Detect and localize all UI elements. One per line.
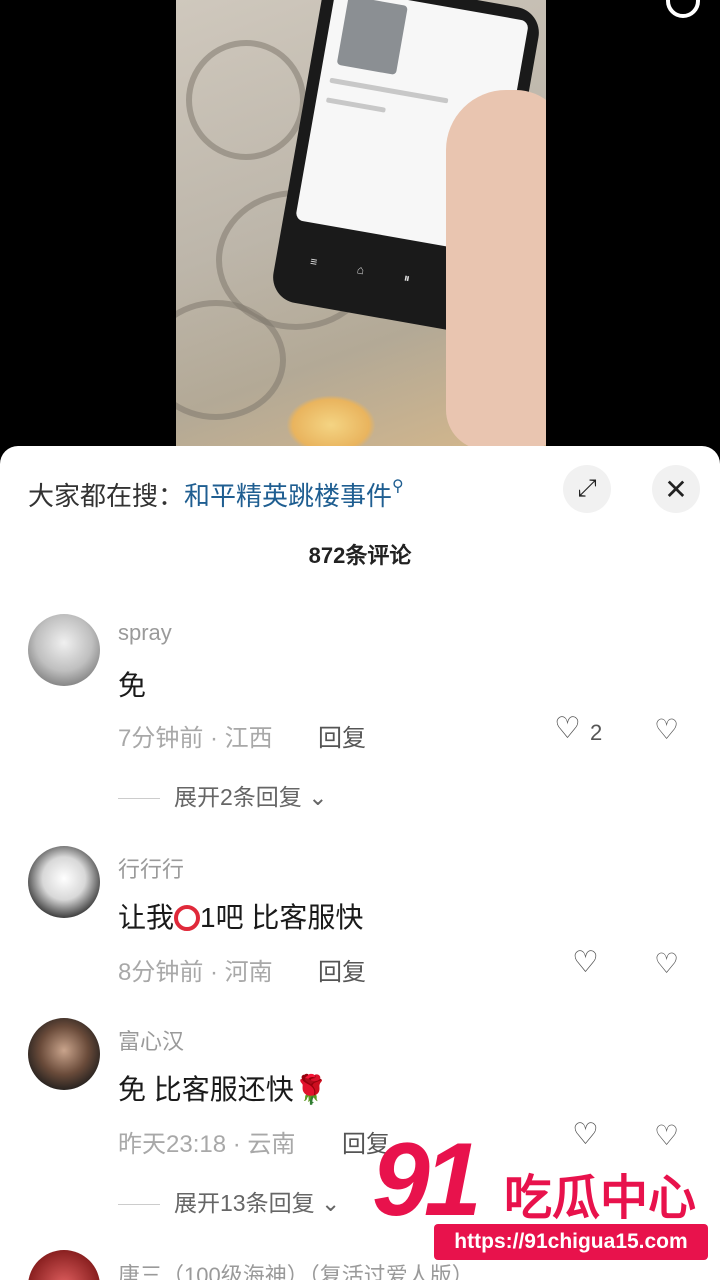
comment-text: 免 比客服还快🌹 [118,1068,329,1108]
rose-emoji: 🌹 [293,1074,329,1105]
comment-text: 免 [118,670,147,701]
expand-replies[interactable]: 展开2条回复 ⌄ [118,778,327,812]
expand-button[interactable]: ⤢ [563,465,611,513]
divider [118,1204,160,1206]
search-prefix: 大家都在搜： [28,481,185,511]
expand-replies-label: 展开2条回复 [174,784,302,810]
comment-count: 872条评论 [308,543,412,568]
avatar[interactable] [28,846,100,918]
watermark-url: https://91chigua15.com [434,1224,708,1260]
avatar[interactable] [28,1018,100,1090]
comment-text: 让我 1吧 比客服快 [118,896,363,936]
comment-meta: 7分钟前 · 江西 [118,725,273,752]
search-icon[interactable] [666,0,700,18]
heart-icon[interactable]: ♡ [554,714,581,744]
sheet-header: 大家都在搜：和平精英跳楼事件⚲ ⤢ ✕ [0,446,720,536]
heart-icon[interactable]: ♡ [572,948,599,978]
comment-username[interactable]: 富心汉 [118,1024,184,1056]
comment-username[interactable]: spray [118,620,172,646]
watermark-number: 91 [372,1122,482,1238]
comment-text-before: 让我 [118,902,175,933]
comment-item: 行行行 让我 1吧 比客服快 8分钟前 · 河南 回复 ♡ ♡ [0,844,720,1004]
search-suggestion[interactable]: 大家都在搜：和平精英跳楼事件⚲ [28,476,404,513]
comment-item: spray 免 7分钟前 · 江西 回复 ♡ 2 ♡ 展开2条回复 ⌄ [0,612,720,822]
search-term[interactable]: 和平精英跳楼事件 [184,481,392,511]
avatar[interactable] [28,1250,100,1280]
close-icon: ✕ [664,473,688,505]
comment-text-main: 免 比客服还快 [118,1074,294,1105]
reply-button[interactable]: 回复 [318,952,366,987]
chevron-down-icon: ⌄ [320,1190,341,1216]
reply-button[interactable]: 回复 [318,718,366,753]
watermark-brand: 吃瓜中心 [504,1172,697,1225]
comment-username[interactable]: 行行行 [118,852,184,884]
close-button[interactable]: ✕ [652,465,700,513]
expand-icon: ⤢ [577,475,597,502]
hand-image [446,90,546,450]
comment-meta: 8分钟前 · 河南 [118,959,273,986]
broken-heart-icon[interactable]: ♡ [654,950,679,978]
divider [118,798,160,800]
comment-meta: 昨天23:18 · 云南 [118,1131,296,1158]
expand-replies-label: 展开13条回复 [174,1190,315,1216]
chevron-down-icon: ⌄ [308,784,328,810]
like-count: 2 [590,720,603,745]
video-frame: ≡⌂⏸↩ [176,0,546,460]
video-player[interactable]: ≡⌂⏸↩ [0,0,720,460]
avatar[interactable] [28,614,100,686]
expand-replies[interactable]: 展开13条回复 ⌄ [118,1184,340,1218]
comment-text-after: 1吧 比客服快 [200,902,364,933]
watermark-logo: 91 吃瓜中心 https://91chigua15.com [372,1128,712,1268]
search-term-icon: ⚲ [392,478,404,495]
broken-heart-icon[interactable]: ♡ [654,716,679,744]
red-ring-emoji [174,905,201,931]
